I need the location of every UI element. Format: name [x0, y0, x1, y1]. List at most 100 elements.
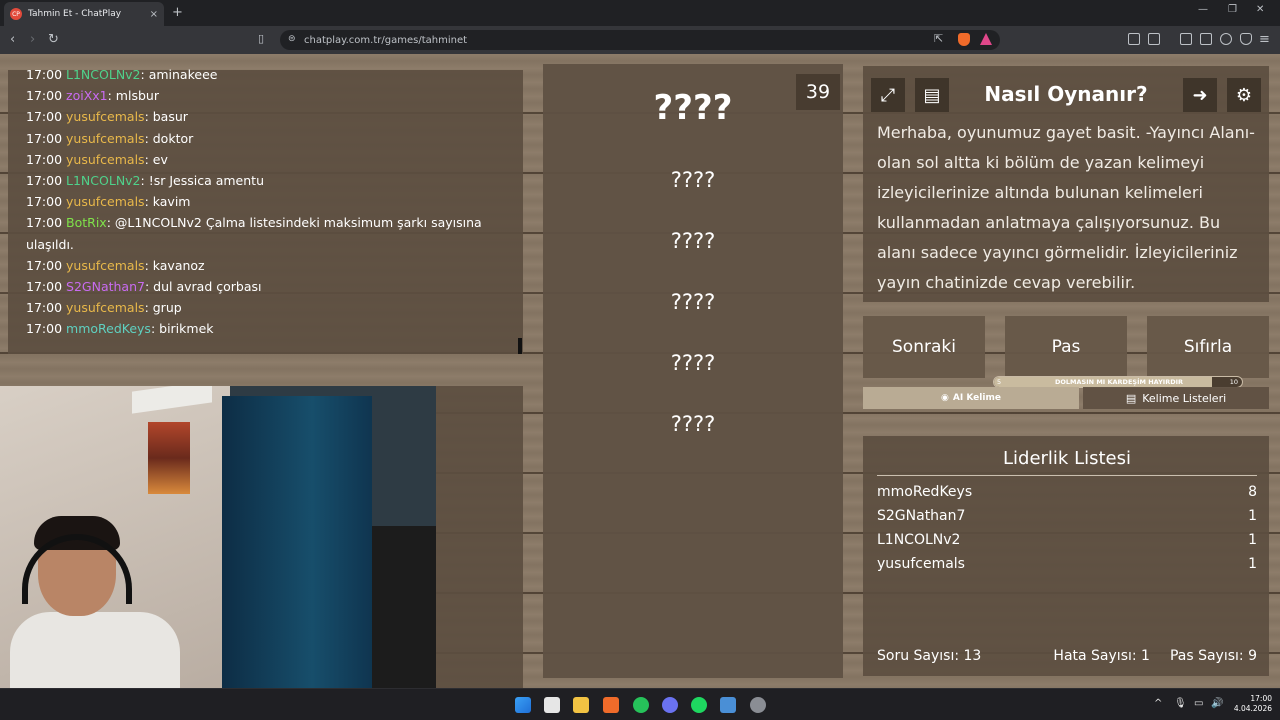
webcam-poster [148, 422, 190, 494]
webcam-monitor [372, 526, 436, 688]
chat-text: : aminakeee [140, 67, 218, 82]
leaderboard-name: S2GNathan7 [877, 508, 966, 524]
leaderboard-row: L1NCOLNv2 1 [877, 532, 1257, 548]
chat-username[interactable]: yusufcemals [66, 194, 145, 209]
vpn-icon[interactable] [1240, 33, 1252, 45]
whatsapp-icon[interactable] [633, 697, 649, 713]
bookmark-icon[interactable]: ▯ [258, 32, 264, 45]
restore-icon[interactable]: ❐ [1228, 4, 1237, 15]
network-icon[interactable]: ▭ [1194, 698, 1203, 709]
volume-icon[interactable]: 🔊 [1211, 698, 1223, 709]
tab-active[interactable]: CP Tahmin Et - ChatPlay × [4, 2, 164, 26]
leaderboard-panel: Liderlik Listesi mmoRedKeys 8 S2GNathan7… [863, 436, 1269, 676]
obs-icon[interactable] [750, 697, 766, 713]
file-explorer-icon[interactable] [573, 697, 589, 713]
navigation-bar: ‹ › ↻ ▯ ⊜ chatplay.com.tr/games/tahminet [0, 26, 1280, 54]
chat-time: 17:00 [26, 300, 63, 316]
back-icon[interactable]: ‹ [10, 32, 15, 47]
tab-search-icon[interactable] [1148, 33, 1160, 45]
chat-username[interactable]: L1NCOLNv2 [66, 173, 141, 188]
chat-message: 17:00 yusufcemals: basur [26, 106, 496, 127]
leaderboard-score: 1 [1248, 532, 1257, 548]
leaderboard-name: mmoRedKeys [877, 484, 973, 500]
leaderboard-row: yusufcemals 1 [877, 556, 1257, 572]
chat-message: 17:00 zoiXx1: mlsbur [26, 85, 496, 106]
leaderboard-title: Liderlik Listesi [877, 448, 1257, 476]
chat-message: 17:00 L1NCOLNv2: !sr Jessica amentu [26, 170, 496, 191]
sidebar-icon[interactable] [1180, 33, 1192, 45]
site-info-icon[interactable]: ⊜ [288, 34, 296, 44]
reload-icon[interactable]: ↻ [48, 32, 59, 47]
exit-icon[interactable]: ➜ [1183, 78, 1217, 112]
menu-icon[interactable]: ≡ [1259, 32, 1270, 47]
brave-browser-icon[interactable] [603, 697, 619, 713]
leaderboard-score: 1 [1248, 556, 1257, 572]
minimize-icon[interactable]: — [1198, 4, 1208, 15]
tab-title: Tahmin Et - ChatPlay [28, 9, 122, 19]
chat-username[interactable]: L1NCOLNv2 [66, 67, 141, 82]
streamer-webcam [0, 386, 436, 688]
chat-username[interactable]: mmoRedKeys [66, 321, 151, 336]
microphone-icon[interactable]: 🎙 [1174, 698, 1187, 709]
spotify-icon[interactable] [691, 697, 707, 713]
ai-word-button[interactable]: ◉ AI Kelime [863, 387, 1079, 409]
pass-count: Pas Sayısı: 9 [1169, 648, 1257, 664]
chat-username[interactable]: yusufcemals [66, 300, 145, 315]
error-count: Hata Sayısı: 1 [1053, 648, 1150, 664]
reset-button[interactable]: Sıfırla [1147, 316, 1269, 378]
chat-username[interactable]: zoiXx1 [66, 88, 108, 103]
forbidden-word: ???? [670, 290, 716, 314]
webcam-person [10, 516, 180, 688]
tab-close-icon[interactable]: × [150, 9, 158, 20]
close-window-icon[interactable]: ✕ [1256, 4, 1264, 15]
chat-username[interactable]: BotRix [66, 215, 107, 230]
chat-username[interactable]: yusufcemals [66, 152, 145, 167]
chatplay-favicon-icon: CP [10, 8, 22, 20]
chat-text: : mlsbur [107, 88, 159, 104]
discord-icon[interactable] [662, 697, 678, 713]
tab-strip: CP Tahmin Et - ChatPlay × + — ❐ ✕ [0, 0, 1280, 26]
chat-scrollbar[interactable] [518, 338, 522, 354]
forward-icon[interactable]: › [30, 32, 35, 47]
chat-time: 17:00 [26, 88, 63, 104]
new-tab-button[interactable]: + [172, 5, 183, 20]
chat-time: 17:00 [26, 130, 63, 146]
tray-overflow-icon[interactable]: ^ [1154, 698, 1162, 709]
chat-username[interactable]: yusufcemals [66, 258, 145, 273]
how-to-play-header: ⤢ ▤ Nasıl Oynanır? ➜ ⚙ [863, 78, 1269, 114]
windows-taskbar: ^ 🎙 ▭ 🔊 17:00 4.04.2026 [0, 688, 1280, 720]
chat-message: 17:00 yusufcemals: kavim [26, 191, 496, 212]
leo-icon[interactable] [1220, 33, 1232, 45]
app-icon[interactable] [720, 697, 736, 713]
extensions-icon[interactable] [1128, 33, 1140, 45]
game-page: 17:00 L1NCOLNv2: aminakeee 17:00 zoiXx1: … [0, 54, 1280, 688]
rewards-icon[interactable] [980, 33, 992, 45]
chat-time: 17:00 [26, 109, 63, 125]
url-text: chatplay.com.tr/games/tahminet [304, 34, 468, 46]
clock-date: 4.04.2026 [1233, 704, 1272, 713]
chat-message: 17:00 L1NCOLNv2: aminakeee [26, 64, 496, 85]
leaderboard-row: S2GNathan7 1 [877, 508, 1257, 524]
chat-username[interactable]: yusufcemals [66, 109, 145, 124]
pass-button[interactable]: Pas [1005, 316, 1127, 378]
chat-text: : basur [144, 109, 188, 125]
task-view-icon[interactable] [544, 697, 560, 713]
address-bar[interactable]: ⊜ chatplay.com.tr/games/tahminet [280, 30, 1000, 50]
chat-message: 17:00 S2GNathan7: dul avrad çorbası [26, 276, 496, 297]
gear-icon[interactable]: ⚙ [1227, 78, 1261, 112]
webcam-shirt [10, 612, 180, 688]
chat-message: 17:00 yusufcemals: grup [26, 297, 496, 318]
main-word: ???? [653, 88, 733, 128]
share-icon[interactable]: ⇱ [934, 32, 943, 45]
chat-time: 17:00 [26, 194, 63, 210]
chat-text: : !sr Jessica amentu [140, 173, 264, 189]
start-icon[interactable] [515, 697, 531, 713]
leaderboard-stats: Soru Sayısı: 13 Hata Sayısı: 1 Pas Sayıs… [877, 648, 1257, 664]
chat-username[interactable]: yusufcemals [66, 131, 145, 146]
chat-username[interactable]: S2GNathan7 [66, 279, 145, 294]
wallet-icon[interactable] [1200, 33, 1212, 45]
clock[interactable]: 17:00 4.04.2026 [1228, 694, 1272, 714]
word-lists-button[interactable]: ▤ Kelime Listeleri [1083, 387, 1269, 409]
brave-shield-icon[interactable] [958, 33, 970, 46]
next-button[interactable]: Sonraki [863, 316, 985, 378]
